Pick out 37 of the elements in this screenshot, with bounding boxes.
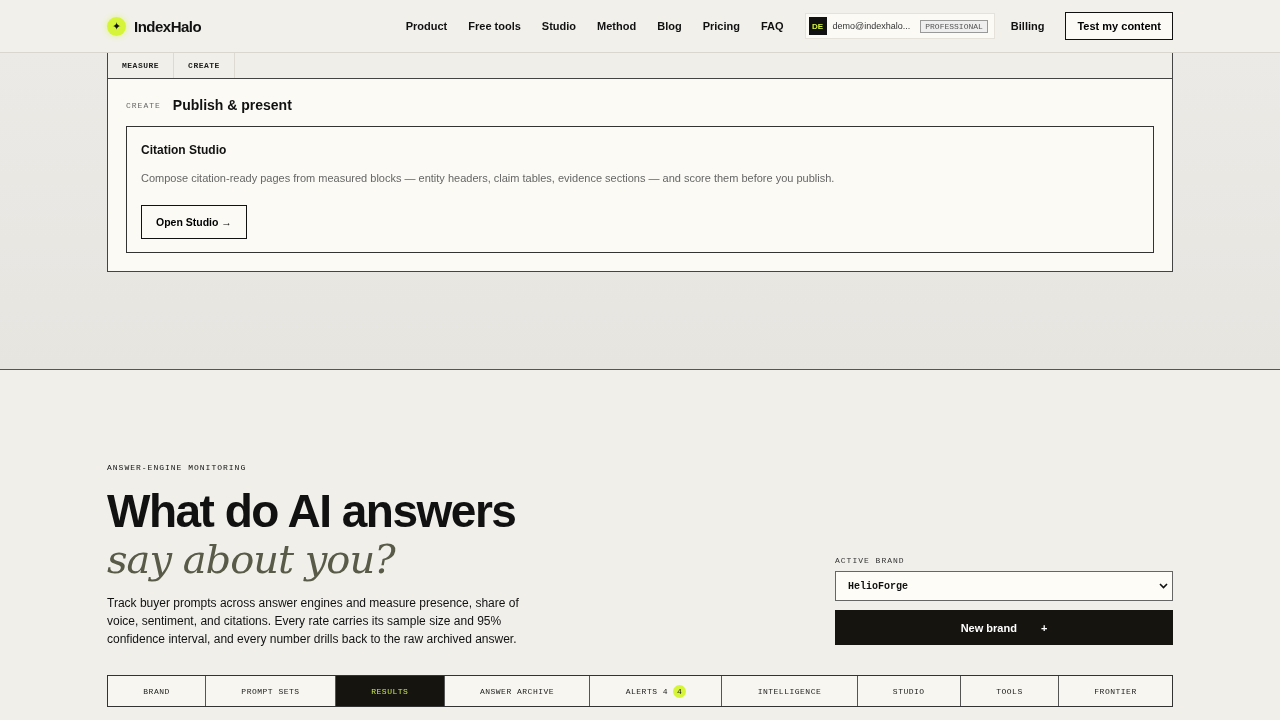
nav-link[interactable]: Product	[405, 20, 448, 32]
hero-description: Track buyer prompts across answer engines and measure presence, share of voice, sentiment, and citations. Every rate carries its sample size and 95% confidence interval, and every number drills back to the raw archived answer.	[107, 595, 520, 648]
tab[interactable]: FRONTIER	[1059, 676, 1172, 706]
nav-link[interactable]: Studio	[541, 20, 577, 32]
section-title: Publish & present	[172, 97, 292, 113]
nav-link[interactable]: FAQ	[760, 20, 784, 32]
cta-button[interactable]: Test my content	[1065, 12, 1173, 40]
nav-link[interactable]: Pricing	[702, 20, 740, 32]
tab[interactable]: ALERTS 4 4	[590, 676, 723, 706]
eyebrow: ANSWER-ENGINE MONITORING	[107, 463, 248, 472]
headline-italic: say about you?	[107, 536, 397, 582]
section-eyebrow: CREATE	[126, 100, 161, 110]
plan-badge: PROFESSIONAL	[920, 19, 988, 33]
tab[interactable]: STUDIO	[857, 676, 961, 706]
logo-icon: ✦	[107, 16, 126, 36]
chevron-icon	[1159, 583, 1168, 589]
card-title: Citation Studio	[141, 143, 228, 157]
billing-link[interactable]: Billing	[1010, 20, 1045, 32]
brand-select[interactable]: HelioForge	[835, 571, 1173, 601]
nav-link[interactable]: Method	[597, 20, 637, 32]
tab[interactable]: PROMPT SETS	[206, 676, 336, 706]
tab[interactable]: BRAND	[108, 676, 207, 706]
logo[interactable]: IndexHalo	[134, 17, 202, 35]
nav-link[interactable]: Free tools	[468, 20, 521, 32]
avatar: DE	[808, 17, 827, 35]
headline: What do AI answers	[107, 486, 517, 536]
account-chip[interactable]: DE demo@indexhalo... PROFESSIONAL	[804, 13, 995, 39]
account-email: demo@indexhalo...	[832, 21, 911, 31]
tab[interactable]: RESULTS	[335, 676, 445, 706]
field-label: ACTIVE BRAND	[835, 556, 906, 565]
tab[interactable]: TOOLS	[960, 676, 1059, 706]
open-studio-button[interactable]: Open Studio →	[141, 205, 247, 239]
nav-link[interactable]: Blog	[657, 20, 682, 32]
tab[interactable]: ANSWER ARCHIVE	[444, 676, 591, 706]
card-description: Compose citation-ready pages from measured blocks — entity headers, claim tables, evidence sections — and score them before you publish.	[141, 172, 836, 184]
tab[interactable]: INTELLIGENCE	[722, 676, 858, 706]
new-brand-button[interactable]: New brand +	[835, 610, 1173, 645]
